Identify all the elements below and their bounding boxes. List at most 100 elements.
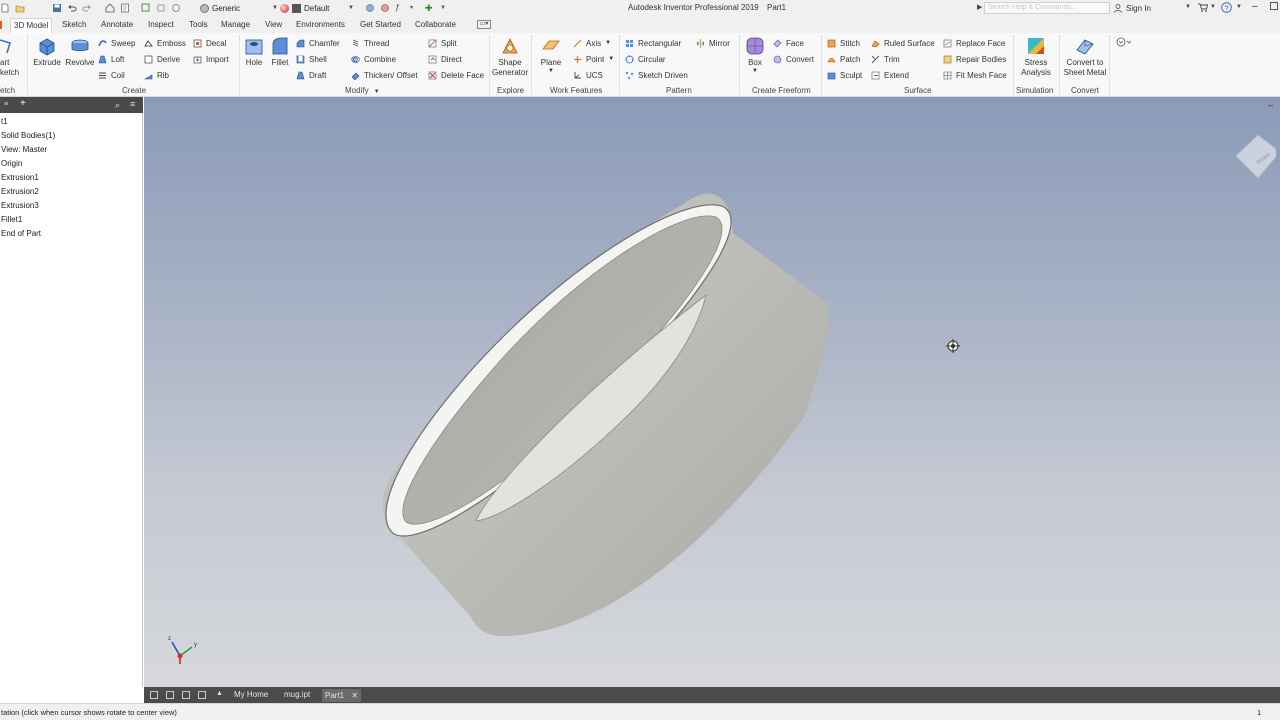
tree-fillet1[interactable]: Fillet1 xyxy=(1,215,22,224)
trim-button[interactable]: Trim xyxy=(871,53,900,65)
shell-button[interactable]: Shell xyxy=(296,53,327,65)
tab-collaborate[interactable]: Collaborate xyxy=(415,18,456,33)
file-tab-edge[interactable] xyxy=(0,21,2,29)
material-combo[interactable]: Generic ▼ xyxy=(200,2,278,14)
viewcube[interactable]: RIGHT xyxy=(1235,130,1280,182)
maximize-icon[interactable] xyxy=(1270,2,1278,12)
close-icon[interactable]: ✕ xyxy=(351,691,358,700)
properties-icon[interactable] xyxy=(120,3,130,13)
start-2d-sketch-button[interactable]: art ketch xyxy=(0,36,22,78)
cart-dropdown-icon[interactable]: ▼ xyxy=(1210,4,1216,10)
draft-button[interactable]: Draft xyxy=(296,69,326,81)
mirror-button[interactable]: Mirror xyxy=(696,37,730,49)
tree-extrusion3[interactable]: Extrusion3 xyxy=(1,201,39,210)
patch-button[interactable]: Patch xyxy=(827,53,860,65)
derive-button[interactable]: Derive xyxy=(144,53,180,65)
coil-button[interactable]: Coil xyxy=(98,69,125,81)
search-expand-icon[interactable]: ▶ xyxy=(977,3,982,11)
tab-3d-model[interactable]: 3D Model xyxy=(10,18,53,33)
thread-button[interactable]: Thread xyxy=(351,37,389,49)
fit-mesh-face-button[interactable]: Fit Mesh Face xyxy=(943,69,1007,81)
fx-dropdown-icon[interactable]: ▾ xyxy=(410,3,420,13)
fillet-button[interactable]: Fillet xyxy=(268,36,292,68)
sculpt-button[interactable]: Sculpt xyxy=(827,69,862,81)
circular-pattern-button[interactable]: Circular xyxy=(625,53,666,65)
update-icon[interactable] xyxy=(171,3,181,13)
mug-body[interactable] xyxy=(382,193,829,637)
panel-options-icon[interactable]: ▭▾ xyxy=(477,20,491,29)
tree-extrusion1[interactable]: Extrusion1 xyxy=(1,173,39,182)
chamfer-button[interactable]: Chamfer xyxy=(296,37,340,49)
replace-face-button[interactable]: Replace Face xyxy=(943,37,1005,49)
return-icon[interactable] xyxy=(156,3,166,13)
decal-button[interactable]: Decal xyxy=(193,37,226,49)
appearance-combo[interactable]: Default ▼ xyxy=(280,2,354,14)
rib-button[interactable]: Rib xyxy=(144,69,169,81)
customize-dropdown-icon[interactable]: ▼ xyxy=(440,3,450,13)
undo-icon[interactable] xyxy=(67,3,77,13)
extrude-button[interactable]: Extrude xyxy=(32,36,62,68)
import-button[interactable]: Import xyxy=(193,53,229,65)
tile-view-icon[interactable] xyxy=(150,691,158,699)
shape-generator-button[interactable]: Shape Generator xyxy=(491,36,529,78)
tree-end-of-part[interactable]: End of Part xyxy=(1,229,41,238)
save-icon[interactable] xyxy=(52,3,62,13)
modify-panel-label[interactable]: Modify ▼ xyxy=(345,86,380,95)
tab-view[interactable]: View xyxy=(265,18,282,33)
stress-analysis-button[interactable]: Stress Analysis xyxy=(1017,36,1055,78)
help-icon[interactable]: ? xyxy=(1221,2,1232,15)
redo-icon[interactable] xyxy=(82,3,92,13)
browser-search-icon[interactable]: ⌕ xyxy=(115,100,120,111)
delete-face-button[interactable]: Delete Face xyxy=(428,69,484,81)
tab-manage[interactable]: Manage xyxy=(221,18,250,33)
tab-inspect[interactable]: Inspect xyxy=(148,18,174,33)
tab-environments[interactable]: Environments xyxy=(296,18,345,33)
viewport-minimize-icon[interactable]: – xyxy=(1268,100,1273,110)
clear-icon[interactable] xyxy=(380,3,390,13)
cart-icon[interactable] xyxy=(1197,2,1209,15)
split-view-icon[interactable] xyxy=(198,691,206,699)
loft-button[interactable]: Loft xyxy=(98,53,124,65)
add-browser-tab-icon[interactable]: + xyxy=(20,99,26,109)
sign-in-button[interactable]: Sign In xyxy=(1114,2,1151,14)
account-dropdown-icon[interactable]: ▼ xyxy=(1185,4,1191,10)
graphics-window[interactable]: z y RIGHT – xyxy=(144,97,1280,687)
new-icon[interactable] xyxy=(0,3,10,13)
browser-options-icon[interactable]: ≡ xyxy=(130,99,135,109)
cascade-view-icon[interactable] xyxy=(166,691,174,699)
convert-to-sheet-metal-button[interactable]: Convert to Sheet Metal xyxy=(1062,36,1108,78)
tab-annotate[interactable]: Annotate xyxy=(101,18,133,33)
move-icon[interactable]: ✚ xyxy=(425,3,435,13)
select-icon[interactable] xyxy=(141,3,151,13)
rectangular-pattern-button[interactable]: Rectangular xyxy=(625,37,681,49)
tab-get-started[interactable]: Get Started xyxy=(360,18,401,33)
tab-list-icon[interactable]: ▲ xyxy=(216,690,223,697)
sketch-driven-pattern-button[interactable]: Sketch Driven xyxy=(625,69,688,81)
help-search-input[interactable]: Search Help & Commands... xyxy=(984,2,1110,14)
open-icon[interactable] xyxy=(15,3,25,13)
point-button[interactable]: Point ▼ xyxy=(573,53,614,65)
tree-view-master[interactable]: View: Master xyxy=(1,145,47,154)
hole-button[interactable]: Hole xyxy=(242,36,266,68)
home-icon[interactable] xyxy=(105,3,115,13)
axis-button[interactable]: Axis ▼ xyxy=(573,37,611,49)
help-dropdown-icon[interactable]: ▼ xyxy=(1236,4,1242,10)
plane-button[interactable]: Plane ▼ xyxy=(537,36,565,74)
split-button[interactable]: Split xyxy=(428,37,457,49)
tree-origin[interactable]: Origin xyxy=(1,159,22,168)
extend-button[interactable]: Extend xyxy=(871,69,909,81)
tab-tools[interactable]: Tools xyxy=(189,18,208,33)
fx-icon[interactable]: ƒ xyxy=(395,3,405,13)
tree-part-root[interactable]: t1 xyxy=(1,117,8,126)
thicken-offset-button[interactable]: Thicken/ Offset xyxy=(351,69,418,81)
face-button[interactable]: Face xyxy=(773,37,804,49)
repair-bodies-button[interactable]: Repair Bodies xyxy=(943,53,1006,65)
adjust-icon[interactable] xyxy=(365,3,375,13)
ribbon-options-icon[interactable] xyxy=(1116,37,1132,49)
minimize-icon[interactable]: – xyxy=(1252,1,1258,12)
tree-extrusion2[interactable]: Extrusion2 xyxy=(1,187,39,196)
freeform-box-button[interactable]: Box ▼ xyxy=(743,36,767,74)
browser-menu-icon[interactable]: ≡ xyxy=(4,101,8,108)
doc-tab-mug[interactable]: mug.ipt xyxy=(284,690,310,699)
doc-tab-part1[interactable]: Part1 ✕ xyxy=(322,689,362,702)
